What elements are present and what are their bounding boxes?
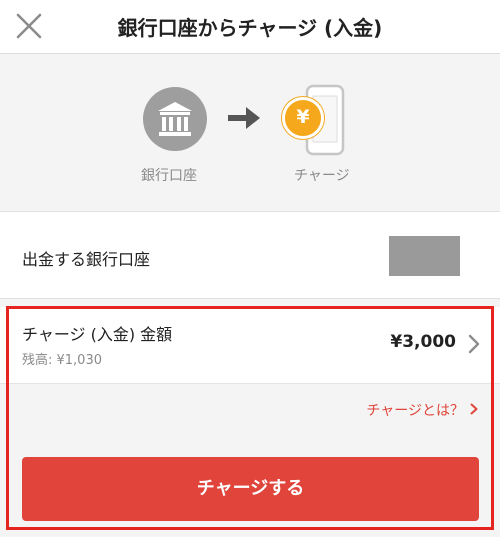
chevron-right-icon — [468, 334, 480, 354]
yen-coin-icon: ¥ — [282, 97, 324, 139]
flow-label-charge: チャージ — [294, 168, 350, 184]
withdrawal-bank-row[interactable]: 出金する銀行口座 — [0, 211, 500, 299]
amount-section: チャージ (入金) 金額 残高: ¥1,030 ¥3,000 チャージとは？ チ… — [0, 307, 500, 537]
arrow-right-icon — [228, 107, 260, 129]
charge-amount-row[interactable]: チャージ (入金) 金額 残高: ¥1,030 ¥3,000 — [0, 307, 500, 384]
flow-label-bank: 銀行口座 — [141, 168, 197, 184]
chevron-right-icon — [470, 403, 478, 415]
charge-amount-value: ¥3,000 — [390, 332, 456, 352]
bank-logo-image — [389, 236, 460, 276]
balance-text: 残高: ¥1,030 — [22, 353, 102, 368]
page-title: 銀行口座からチャージ (入金) — [117, 16, 383, 40]
charge-flow-illustration: ¥ 銀行口座 チャージ — [0, 54, 500, 211]
charge-button[interactable]: チャージする — [22, 457, 479, 521]
what-is-charge-label: チャージとは？ — [366, 403, 464, 419]
withdrawal-bank-label: 出金する銀行口座 — [22, 250, 151, 269]
bank-icon — [143, 87, 207, 151]
yen-symbol: ¥ — [296, 106, 310, 128]
top-bar: 銀行口座からチャージ (入金) — [0, 0, 500, 54]
what-is-charge-link[interactable]: チャージとは？ — [366, 400, 478, 420]
charge-amount-label: チャージ (入金) 金額 — [22, 325, 173, 344]
